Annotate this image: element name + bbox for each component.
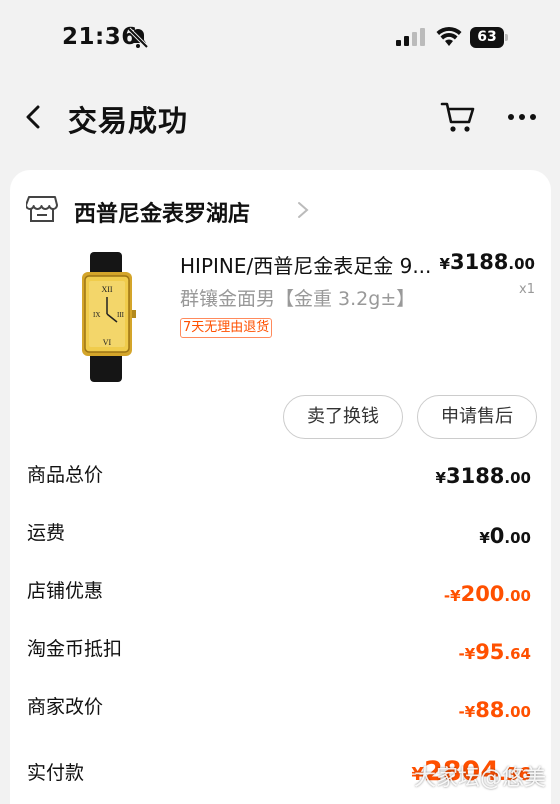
fee-row-coin-deduction: 淘金币抵扣 -¥95.64	[10, 634, 551, 674]
fee-currency: ¥	[479, 529, 490, 547]
cart-icon[interactable]	[440, 100, 476, 134]
shop-header[interactable]: 西普尼金表罗湖店	[26, 192, 426, 228]
fee-integer: 200	[460, 582, 505, 606]
fee-decimal: .00	[504, 587, 531, 605]
chevron-right-icon	[298, 202, 309, 218]
nav-bar: 交易成功	[0, 80, 560, 156]
signal-icon	[396, 28, 425, 46]
sell-for-cash-button[interactable]: 卖了换钱	[283, 395, 403, 439]
fee-value: -¥95.64	[459, 640, 531, 664]
order-card: 西普尼金表罗湖店 XII VI IX III HIPINE/西普尼金表足金 9.…	[10, 170, 551, 804]
watermark: 大家坛@悠美	[414, 766, 547, 791]
back-icon[interactable]	[20, 102, 46, 132]
after-sale-button[interactable]: 申请售后	[417, 395, 537, 439]
price-decimal: .00	[508, 255, 535, 273]
more-icon[interactable]	[506, 107, 538, 127]
fee-decimal: .00	[504, 703, 531, 721]
fee-value: ¥3188.00	[436, 464, 531, 488]
fee-label: 商品总价	[27, 464, 104, 486]
fee-label: 淘金币抵扣	[27, 638, 123, 660]
fee-row-total: 商品总价 ¥3188.00	[10, 460, 551, 500]
fee-integer: 88	[475, 698, 505, 722]
fee-decimal: .00	[504, 469, 531, 487]
svg-text:VI: VI	[103, 338, 112, 347]
battery-icon: 63	[470, 27, 510, 48]
fee-row-shipping: 运费 ¥0.00	[10, 518, 551, 558]
fee-label: 店铺优惠	[27, 580, 104, 602]
price-currency: ¥	[439, 255, 450, 273]
fee-row-shop-discount: 店铺优惠 -¥200.00	[10, 576, 551, 616]
store-icon	[26, 196, 58, 222]
fee-integer: 3188	[445, 464, 505, 488]
fee-label: 商家改价	[27, 696, 104, 718]
page-title: 交易成功	[68, 104, 189, 138]
fee-value: ¥0.00	[479, 524, 531, 548]
fee-label: 运费	[27, 522, 66, 544]
svg-text:IX: IX	[93, 311, 100, 319]
product-price: ¥3188.00	[440, 250, 535, 274]
fee-row-price-adjustment: 商家改价 -¥88.00	[10, 692, 551, 732]
fee-value: -¥200.00	[444, 582, 531, 606]
product-title[interactable]: HIPINE/西普尼金表足金 9...	[180, 250, 442, 279]
fee-currency: ¥	[450, 587, 461, 605]
return-policy-badge: 7天无理由退货	[180, 318, 273, 338]
paid-label: 实付款	[27, 762, 85, 784]
fee-decimal: .64	[504, 645, 531, 663]
svg-text:III: III	[117, 311, 125, 319]
product-quantity: x1	[519, 282, 535, 297]
fee-integer: 95	[475, 640, 505, 664]
bell-slash-icon	[127, 27, 149, 49]
fee-decimal: .00	[504, 529, 531, 547]
product-image[interactable]: XII VI IX III	[62, 252, 152, 382]
fee-currency: ¥	[464, 703, 476, 721]
price-integer: 3188	[449, 250, 509, 274]
fee-value: -¥88.00	[459, 698, 531, 722]
battery-level: 63	[470, 27, 504, 48]
fee-currency: ¥	[464, 645, 476, 663]
fee-currency: ¥	[435, 469, 446, 487]
wifi-icon	[436, 26, 462, 46]
fee-integer: 0	[489, 524, 505, 548]
product-spec: 群镶金面男【金重 3.2g±】	[180, 288, 416, 310]
shop-name: 西普尼金表罗湖店	[74, 202, 251, 227]
status-bar: 21:36 63	[0, 0, 560, 76]
svg-text:XII: XII	[101, 285, 112, 294]
